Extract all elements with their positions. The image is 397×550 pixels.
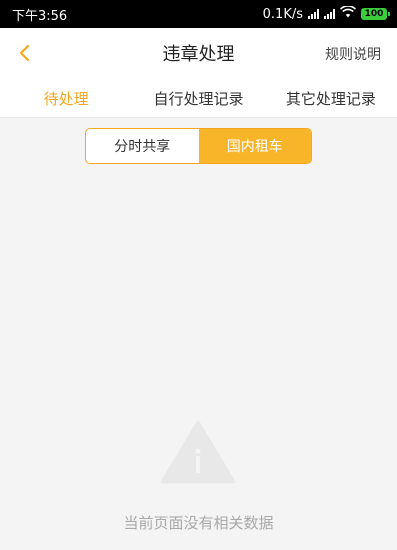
network-speed: 0.1K/s	[262, 6, 303, 22]
signal-icon-2	[324, 9, 335, 19]
status-indicators: 0.1K/s 100	[262, 5, 390, 22]
wifi-icon	[340, 5, 356, 22]
tab-pending[interactable]: 待处理	[0, 86, 132, 109]
battery-level: 100	[364, 9, 384, 19]
status-time: 下午3:56	[12, 8, 68, 24]
tab-bar: 待处理 自行处理记录 其它处理记录	[0, 78, 397, 118]
header-bar: 违章处理 规则说明	[0, 28, 397, 78]
segment-domestic-rental[interactable]: 国内租车	[198, 129, 311, 163]
battery-icon: 100	[361, 8, 390, 20]
tab-other-handled-records[interactable]: 其它处理记录	[265, 86, 397, 109]
tab-self-handled-records[interactable]: 自行处理记录	[132, 86, 264, 109]
signal-icon	[308, 9, 319, 19]
status-bar: 下午3:56 0.1K/s 100	[0, 0, 397, 28]
segment-control: 分时共享 国内租车	[85, 128, 312, 164]
empty-state-warning-icon	[160, 420, 236, 484]
rules-link[interactable]: 规则说明	[325, 44, 381, 64]
segment-time-share[interactable]: 分时共享	[86, 129, 199, 163]
empty-state-message: 当前页面没有相关数据	[123, 514, 274, 532]
page-title: 违章处理	[162, 44, 235, 65]
back-arrow-icon[interactable]	[14, 42, 34, 64]
